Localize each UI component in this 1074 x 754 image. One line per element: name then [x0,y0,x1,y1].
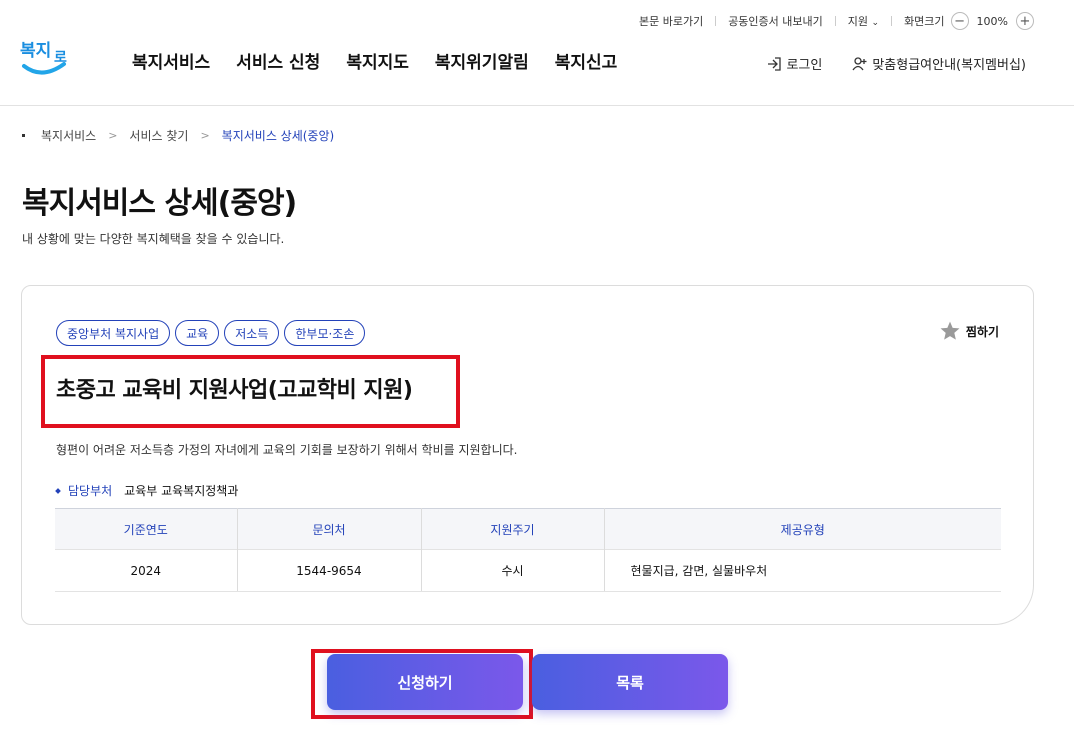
main-nav: 복지서비스 서비스 신청 복지지도 복지위기알림 복지신고 [132,48,617,73]
cell-base-year: 2024 [55,549,238,592]
tag-chip[interactable]: 저소득 [224,320,280,346]
service-title: 초중고 교육비 지원사업(고교학비 지원) [56,378,413,403]
department-value: 교육부 교육복지정책과 [124,484,239,498]
page-description: 내 상황에 맞는 다양한 복지혜택을 찾을 수 있습니다. [22,232,285,246]
header-contact: 문의처 [237,508,422,550]
tag-chip[interactable]: 한부모·조손 [284,320,366,346]
breadcrumb: 복지서비스 > 서비스 찾기 > 복지서비스 상세(중앙) [22,127,334,144]
site-logo[interactable]: 복지 로 [20,34,72,82]
login-link[interactable]: 로그인 [767,54,822,73]
service-info-table: 기준연도 문의처 지원주기 제공유형 2024 1544-9654 수시 현물지… [55,508,1001,592]
user-add-icon [852,56,867,70]
header-divider [0,105,1074,106]
skip-to-content-link[interactable]: 본문 바로가기 [639,13,703,29]
breadcrumb-current: 복지서비스 상세(중앙) [221,129,335,143]
membership-link[interactable]: 맞춤형급여안내(복지멤버십) [852,54,1026,73]
cell-cycle: 수시 [421,549,605,592]
chevron-down-icon: ⌄ [871,18,880,28]
star-icon [940,321,960,340]
zoom-in-button[interactable]: + [1016,12,1034,30]
cell-contact: 1544-9654 [237,549,422,592]
login-icon [768,56,782,71]
language-label: 지원 [847,15,869,28]
favorite-label: 찜하기 [965,324,999,339]
tag-list: 중앙부처 복지사업 교육 저소득 한부모·조손 [56,320,366,346]
divider [891,16,893,26]
tag-chip[interactable]: 교육 [175,320,220,346]
divider [834,16,836,26]
diamond-bullet-icon [55,487,61,494]
department-row: 담당부처 교육부 교육복지정책과 [55,482,239,499]
svg-text:복지: 복지 [20,41,51,61]
nav-crisis-alert[interactable]: 복지위기알림 [435,48,529,73]
list-button[interactable]: 목록 [532,654,728,710]
tag-chip[interactable]: 중앙부처 복지사업 [56,320,171,346]
zoom-value: 100% [976,14,1008,28]
table-header-row: 기준연도 문의처 지원주기 제공유형 [55,508,1001,550]
login-label: 로그인 [786,58,823,73]
header-cycle: 지원주기 [421,508,605,550]
divider [715,16,717,26]
favorite-button[interactable]: 찜하기 [939,320,999,342]
service-detail-card: 중앙부처 복지사업 교육 저소득 한부모·조손 찜하기 초중고 교육비 지원사업… [21,285,1034,625]
home-bullet-icon [22,134,25,137]
chevron-right-icon: > [200,129,210,142]
cell-type: 현물지급, 감면, 실물바우처 [604,549,1001,592]
chevron-right-icon: > [108,129,118,142]
nav-service-apply[interactable]: 서비스 신청 [236,48,320,73]
apply-button[interactable]: 신청하기 [327,654,523,710]
zoom-label: 화면크기 [904,15,945,28]
header-type: 제공유형 [604,508,1001,550]
service-description: 형편이 어려운 저소득층 가정의 자녀에게 교육의 기회를 보장하기 위해서 학… [56,443,518,457]
department-label: 담당부처 [68,484,113,498]
cert-export-link[interactable]: 공동인증서 내보내기 [728,13,823,29]
nav-welfare-report[interactable]: 복지신고 [555,48,618,73]
zoom-out-button[interactable]: − [950,12,969,30]
nav-welfare-map[interactable]: 복지지도 [346,48,409,73]
utility-bar: 본문 바로가기 공동인증서 내보내기 지원 ⌄ 화면크기 − 100% + [639,12,1034,30]
header-base-year: 기준연도 [55,508,238,550]
breadcrumb-item[interactable]: 서비스 찾기 [129,127,188,144]
language-select[interactable]: 지원 ⌄ [848,13,879,29]
page-title: 복지서비스 상세(중앙) [22,186,297,221]
membership-label: 맞춤형급여안내(복지멤버십) [872,58,1026,73]
auth-links: 로그인 맞춤형급여안내(복지멤버십) [767,54,1026,73]
table-row: 2024 1544-9654 수시 현물지급, 감면, 실물바우처 [55,549,1001,592]
nav-welfare-service[interactable]: 복지서비스 [132,48,210,73]
breadcrumb-item[interactable]: 복지서비스 [41,127,96,144]
